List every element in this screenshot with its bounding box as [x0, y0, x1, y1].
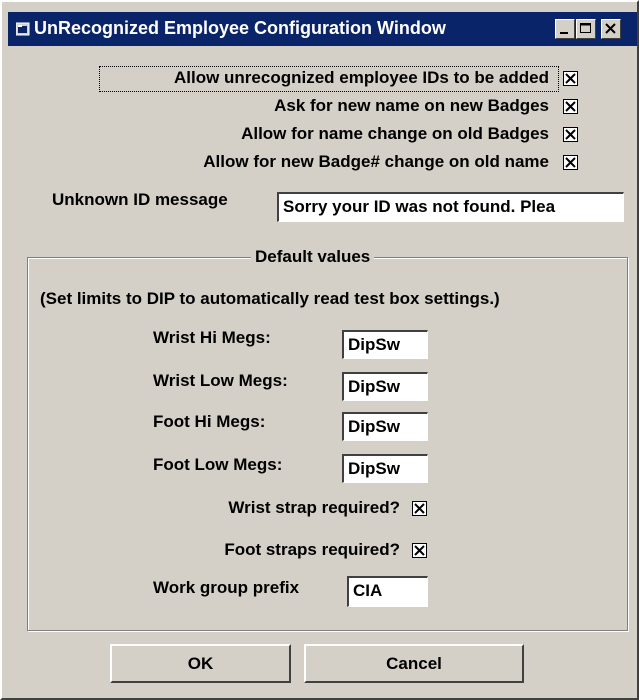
foot-straps-checkbox[interactable]: [412, 543, 427, 558]
app-icon: [15, 22, 30, 36]
option-allow-unrecognized-label: Allow unrecognized employee IDs to be ad…: [173, 68, 549, 87]
checkmark-x-icon: [414, 503, 425, 514]
foot-low-label: Foot Low Megs:: [153, 455, 283, 474]
unknown-id-message-input[interactable]: Sorry your ID was not found. Plea: [277, 192, 624, 222]
wrist-low-input[interactable]: DipSw: [342, 372, 428, 401]
checkmark-x-icon: [565, 101, 576, 112]
option-badge-change-checkbox[interactable]: [563, 155, 578, 170]
maximize-icon: [580, 23, 591, 33]
default-values-title: Default values: [251, 247, 375, 267]
unknown-id-label: Unknown ID message: [52, 190, 228, 209]
default-values-hint: (Set limits to DIP to automatically read…: [40, 289, 500, 308]
wrist-low-label: Wrist Low Megs:: [153, 371, 288, 390]
config-window: UnRecognized Employee Configuration Wind…: [0, 0, 639, 700]
option-allow-unrecognized-checkbox[interactable]: [563, 71, 578, 86]
title-bar[interactable]: UnRecognized Employee Configuration Wind…: [8, 12, 637, 46]
wrist-strap-checkbox[interactable]: [412, 501, 427, 516]
foot-hi-input[interactable]: DipSw: [342, 412, 428, 441]
wrist-strap-label: Wrist strap required?: [228, 498, 400, 517]
wrist-hi-input[interactable]: DipSw: [342, 330, 428, 359]
ok-button[interactable]: OK: [110, 644, 291, 683]
option-badge-change-label: Allow for new Badge# change on old name: [203, 152, 549, 171]
option-name-change-checkbox[interactable]: [563, 127, 578, 142]
foot-hi-label: Foot Hi Megs:: [153, 412, 266, 431]
minimize-button[interactable]: [555, 19, 575, 39]
option-ask-new-name-checkbox[interactable]: [563, 99, 578, 114]
minimize-icon: [560, 32, 568, 34]
maximize-button[interactable]: [576, 19, 596, 39]
work-group-label: Work group prefix: [153, 578, 300, 597]
work-group-prefix-input[interactable]: CIA: [347, 576, 428, 607]
default-values-group: [27, 257, 628, 631]
close-button[interactable]: [601, 19, 621, 39]
option-ask-new-name-label: Ask for new name on new Badges: [274, 96, 549, 115]
checkmark-x-icon: [565, 129, 576, 140]
close-icon: [605, 23, 616, 34]
wrist-hi-label: Wrist Hi Megs:: [153, 328, 271, 347]
window-title: UnRecognized Employee Configuration Wind…: [34, 18, 446, 38]
option-name-change-label: Allow for name change on old Badges: [241, 124, 549, 143]
foot-straps-label: Foot straps required?: [224, 540, 400, 559]
foot-low-input[interactable]: DipSw: [342, 454, 428, 483]
checkmark-x-icon: [565, 157, 576, 168]
checkmark-x-icon: [414, 545, 425, 556]
cancel-button[interactable]: Cancel: [304, 644, 524, 683]
checkmark-x-icon: [565, 73, 576, 84]
